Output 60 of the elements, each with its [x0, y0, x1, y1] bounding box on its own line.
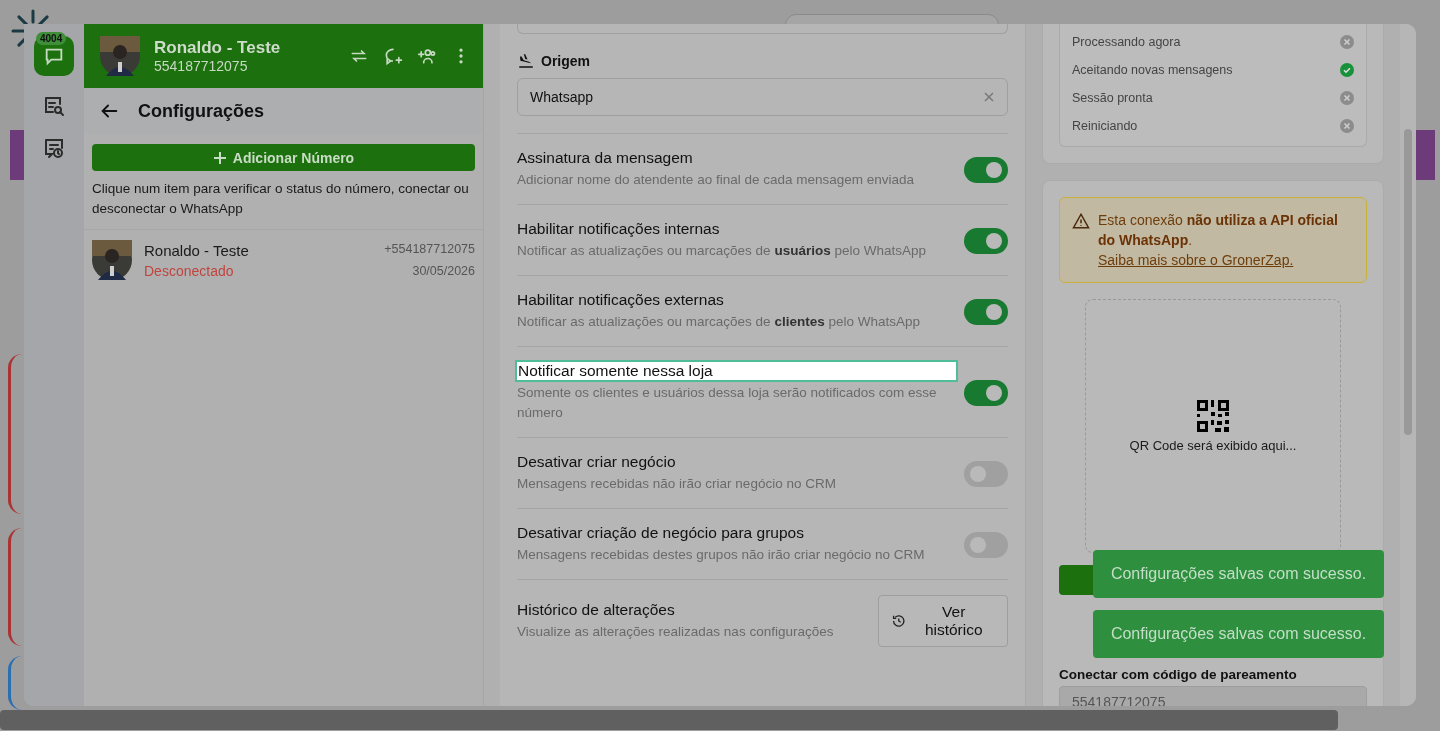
toggle-switch[interactable] [964, 531, 1008, 558]
setting-title: Habilitar notificações internas [517, 220, 720, 238]
search-list-icon[interactable] [42, 94, 66, 118]
number-name: Ronaldo - Teste [144, 241, 250, 259]
setting-description: Mensagens recebidas destes grupos não irão criar negócio no CRM [517, 546, 926, 564]
status-label: Processando agora [1072, 35, 1181, 49]
avatar [100, 36, 140, 76]
add-group-icon[interactable] [417, 46, 437, 66]
status-label: Aceitando novas mensagens [1072, 63, 1233, 77]
avatar [92, 240, 132, 280]
tab-marker [10, 130, 24, 180]
count-badge: 4004 [36, 32, 67, 45]
setting-description: Mensagens recebidas não irão criar negócio no CRM [517, 475, 837, 493]
scrollbar-thumb[interactable] [0, 710, 1338, 730]
status-label: Sessão pronta [1072, 91, 1153, 105]
history-button[interactable]: Ver histórico [878, 595, 1008, 647]
number-phone: +554187712075 [384, 242, 475, 256]
toggle-switch[interactable] [964, 298, 1008, 325]
toggle-switch[interactable] [964, 379, 1008, 406]
clear-icon[interactable] [983, 91, 995, 103]
origin-field[interactable]: Whatsapp [517, 78, 1008, 116]
plane-landing-icon [517, 52, 535, 70]
contact-name: Ronaldo - Teste [154, 38, 281, 58]
hint-text: Clique num item para verificar o status do número, conectar ou desconectar o WhatsApp [92, 180, 470, 218]
warning-icon [1072, 212, 1090, 230]
pairing-label: Conectar com código de pareamento [1059, 667, 1298, 682]
setting-description: Somente os clientes e usuários dessa loja serão notificados com esse número [517, 384, 938, 422]
qr-code-icon [1197, 399, 1229, 432]
setting-title: Desativar criar negócio [517, 453, 676, 471]
setting-description: Notificar as atualizações ou marcações de usuários pelo WhatsApp [517, 242, 927, 260]
toggle-switch[interactable] [964, 156, 1008, 183]
setting-title: Habilitar notificações externas [517, 291, 724, 309]
connection-status: Desconectado [144, 262, 235, 279]
learn-more-link[interactable]: Saiba mais sobre o GronerZap. [1098, 252, 1294, 268]
new-chat-icon[interactable] [383, 46, 403, 66]
contact-phone: 554187712075 [154, 58, 249, 74]
origin-label: Origem [541, 53, 590, 69]
setting-description: Visualize as alterações realizadas nas configurações [517, 622, 835, 641]
success-toast: Configurações salvas com sucesso. [1093, 550, 1384, 598]
number-date: 30/05/2026 [412, 264, 475, 278]
setting-description: Notificar as atualizações ou marcações de clientes pelo WhatsApp [517, 313, 921, 331]
setting-title: Desativar criação de negócio para grupos [517, 524, 804, 542]
setting-title: Notificar somente nessa loja [517, 362, 956, 380]
panel-title: Configurações [138, 100, 265, 122]
tab-marker [1416, 130, 1435, 180]
scrollbar-thumb[interactable] [1404, 129, 1412, 435]
setting-title: Histórico de alterações [517, 600, 675, 619]
qr-placeholder-text: QR Code será exibido aqui... [1129, 437, 1297, 453]
setting-description: Adicionar nome do atendente ao final de cada mensagem enviada [517, 171, 916, 189]
history-icon [891, 613, 907, 629]
toggle-switch[interactable] [964, 227, 1008, 254]
add-number-button[interactable]: Adicionar Número [92, 144, 475, 171]
number-item[interactable]: Ronaldo - Teste Desconectado +554187712075 30/05/2026 [84, 229, 483, 290]
success-toast: Configurações salvas com sucesso. [1093, 610, 1384, 658]
history-list-icon[interactable] [42, 136, 66, 160]
toggle-switch[interactable] [964, 460, 1008, 487]
plus-icon [212, 150, 227, 165]
setting-title: Assinatura da mensagem [517, 149, 693, 167]
status-label: Reiniciando [1072, 119, 1138, 133]
warning-text: Esta conexão não utiliza a API oficial do WhatsApp. Saiba mais sobre o GronerZap. [1098, 211, 1339, 270]
